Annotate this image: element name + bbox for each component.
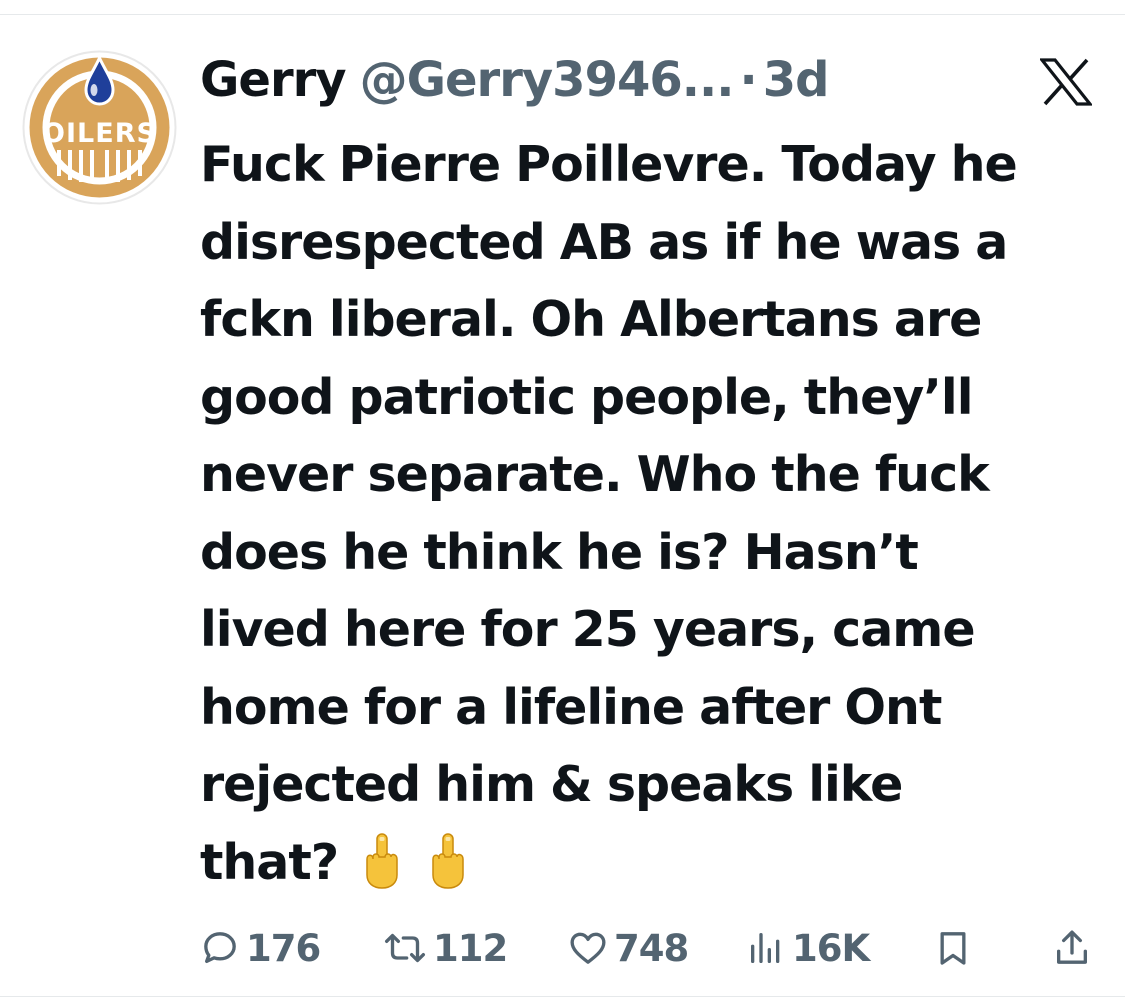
tweet-text-line: does he think he is? Hasn’t xyxy=(200,523,919,581)
tweet-text-line: lived here for 25 years, came xyxy=(200,601,976,658)
author-handle[interactable]: @Gerry3946... xyxy=(360,52,735,108)
separator-dot: · xyxy=(739,52,757,108)
heart-icon xyxy=(570,932,606,964)
tweet-text-line: never separate. Who the fuck xyxy=(200,446,990,503)
tweet-text-last-line: that? xyxy=(200,824,1110,902)
retweet-count: 112 xyxy=(433,926,508,970)
tweet-header: Gerry @Gerry3946... · 3d xyxy=(200,50,830,110)
views-count: 16K xyxy=(792,926,870,970)
like-button[interactable]: 748 xyxy=(568,920,689,976)
tweet-text-line: good patriotic people, they’ll xyxy=(200,368,974,426)
share-icon xyxy=(1057,930,1087,964)
bookmark-icon xyxy=(940,932,966,965)
tweet-text: Fuck Pierre Poillevre. Today he disrespe… xyxy=(200,126,1110,901)
tweet-text-line: fckn liberal. Oh Albertans are xyxy=(200,291,982,348)
x-logo-icon[interactable] xyxy=(1040,58,1092,106)
avatar-text: OILERS xyxy=(42,118,157,149)
tweet-text-line: rejected him & speaks like xyxy=(200,756,903,813)
tweet-text-line: that? xyxy=(200,833,339,891)
tweet-action-bar: 176 112 748 16K xyxy=(200,920,1100,976)
tweet-timestamp[interactable]: 3d xyxy=(763,52,830,108)
retweet-icon xyxy=(384,933,425,963)
avatar[interactable]: OILERS xyxy=(22,50,177,205)
top-divider xyxy=(0,14,1125,15)
views-chart-icon xyxy=(751,933,780,963)
like-count: 748 xyxy=(614,926,689,970)
reply-button[interactable]: 176 xyxy=(200,920,321,976)
share-button[interactable] xyxy=(1052,920,1092,976)
tweet-text-line: Fuck Pierre Poillevre. Today he xyxy=(200,136,1018,193)
views-button[interactable]: 16K xyxy=(746,920,870,976)
retweet-button[interactable]: 112 xyxy=(383,920,508,976)
author-display-name[interactable]: Gerry xyxy=(200,52,347,108)
middle-finger-emoji-icon xyxy=(366,832,398,889)
bottom-divider xyxy=(0,996,1125,997)
tweet-text-line: home for a lifeline after Ont xyxy=(200,678,942,736)
middle-finger-emoji-icon xyxy=(432,832,464,889)
bookmark-button[interactable] xyxy=(933,920,973,976)
tweet-text-line: disrespected AB as if he was a xyxy=(200,213,1008,271)
reply-count: 176 xyxy=(246,926,321,970)
reply-icon xyxy=(204,932,236,963)
